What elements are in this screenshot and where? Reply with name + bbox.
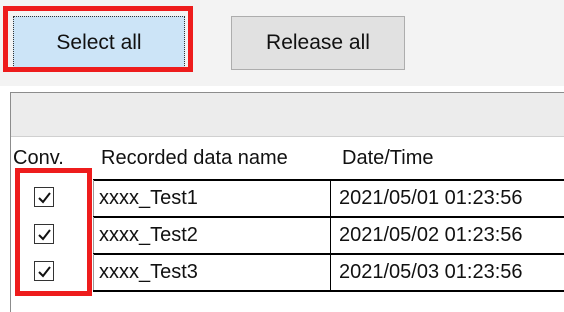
column-header-date-time[interactable]: Date/Time <box>342 137 434 180</box>
conv-cell <box>11 217 93 253</box>
release-all-button[interactable]: Release all <box>231 16 405 70</box>
date-time-cell: 2021/05/03 01:23:56 <box>339 260 523 283</box>
conv-checkbox[interactable] <box>34 261 54 281</box>
checkmark-icon <box>37 228 51 241</box>
checkmark-icon <box>37 265 51 278</box>
select-all-button[interactable]: Select all <box>13 16 185 70</box>
row-divider <box>93 290 564 292</box>
column-header-recorded-data-name[interactable]: Recorded data name <box>101 137 288 180</box>
column-header-conv[interactable]: Conv. <box>13 137 64 180</box>
table-row[interactable]: xxxx_Test1 2021/05/01 01:23:56 <box>11 180 564 216</box>
conv-cell <box>11 254 93 290</box>
grid-header-row: Conv. Recorded data name Date/Time <box>11 136 564 180</box>
recorded-data-name-cell: xxxx_Test1 <box>93 180 331 216</box>
grid-filter-row <box>11 93 564 136</box>
release-all-label: Release all <box>266 31 370 54</box>
date-time-cell: 2021/05/02 01:23:56 <box>339 223 523 246</box>
conv-cell <box>11 180 93 216</box>
checkmark-icon <box>37 191 51 204</box>
recorded-data-name-cell: xxxx_Test3 <box>93 254 331 290</box>
conv-checkbox[interactable] <box>34 224 54 244</box>
recorded-data-name-cell: xxxx_Test2 <box>93 217 331 253</box>
conv-checkbox[interactable] <box>34 187 54 207</box>
table-row[interactable]: xxxx_Test3 2021/05/03 01:23:56 <box>11 254 564 290</box>
date-time-cell: 2021/05/01 01:23:56 <box>339 186 523 209</box>
table-row[interactable]: xxxx_Test2 2021/05/02 01:23:56 <box>11 217 564 253</box>
select-all-label: Select all <box>56 31 142 54</box>
